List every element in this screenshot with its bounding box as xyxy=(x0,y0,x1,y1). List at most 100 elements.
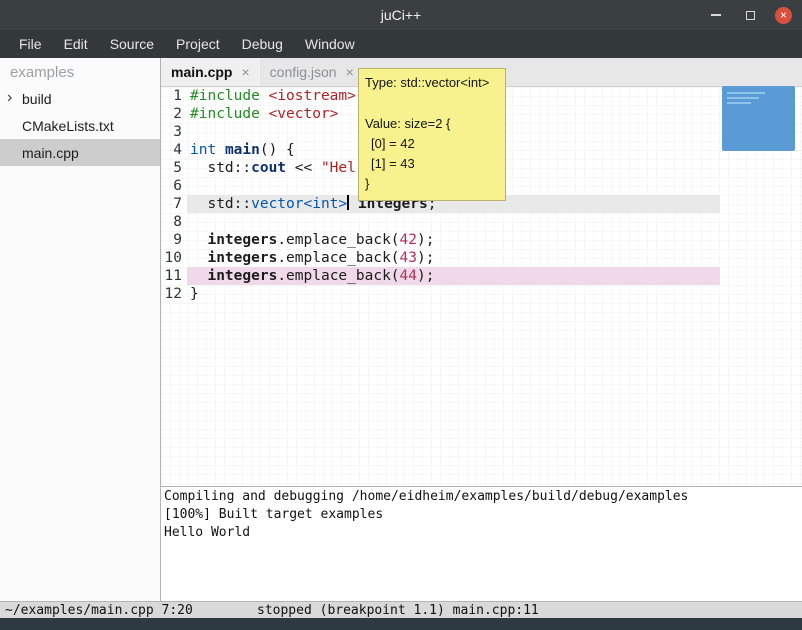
code-token: std:: xyxy=(190,196,251,212)
overview-line xyxy=(727,102,751,104)
code-line-content[interactable]: integers.emplace_back(43); xyxy=(187,249,720,267)
sidebar-item-label: CMakeLists.txt xyxy=(22,118,114,134)
code-token: std:: xyxy=(190,160,251,176)
minimize-icon xyxy=(711,14,721,16)
close-icon: × xyxy=(780,9,787,21)
code-token xyxy=(216,142,225,158)
code-token xyxy=(190,250,207,266)
menu-item-window[interactable]: Window xyxy=(294,30,366,58)
code-token: #include xyxy=(190,88,260,104)
code-line-content[interactable]: integers.emplace_back(42); xyxy=(187,231,720,249)
code-token: cout xyxy=(251,160,286,176)
menu-item-edit[interactable]: Edit xyxy=(53,30,99,58)
code-token: 44 xyxy=(400,268,417,284)
sidebar-item-main-cpp[interactable]: main.cpp xyxy=(0,139,160,166)
menu-item-file[interactable]: File xyxy=(8,30,53,58)
file-tree: › build CMakeLists.txt main.cpp xyxy=(0,85,160,166)
code-token: << xyxy=(286,160,321,176)
code-line: 8 xyxy=(161,213,802,231)
code-token: main xyxy=(225,142,260,158)
line-number[interactable]: 9 xyxy=(161,231,187,249)
code-token: () { xyxy=(260,142,295,158)
line-number[interactable]: 7 xyxy=(161,195,187,213)
code-token xyxy=(190,268,207,284)
tab-main-cpp[interactable]: main.cpp × xyxy=(161,58,260,86)
line-number[interactable]: 6 xyxy=(161,177,187,195)
status-debug-state: stopped (breakpoint 1.1) main.cpp:11 xyxy=(257,603,539,618)
line-number[interactable]: 1 xyxy=(161,87,187,105)
code-token: vector<int> xyxy=(251,196,347,212)
scroll-overview-thumb[interactable] xyxy=(722,86,795,151)
menu-bar: FileEditSourceProjectDebugWindow xyxy=(0,30,802,58)
line-number[interactable]: 10 xyxy=(161,249,187,267)
tooltip-value-line: } xyxy=(365,174,499,194)
line-number[interactable]: 12 xyxy=(161,285,187,303)
tooltip-value-line: Value: size=2 { xyxy=(365,114,499,134)
code-token: .emplace_back( xyxy=(277,268,399,284)
sidebar-item-label: main.cpp xyxy=(22,145,79,161)
tooltip-type-text: Type: std::vector<int> xyxy=(365,74,499,91)
tab-close-icon[interactable]: × xyxy=(241,64,249,80)
terminal-panel[interactable]: Compiling and debugging /home/eidheim/ex… xyxy=(161,486,802,601)
code-line-content[interactable]: integers.emplace_back(44); xyxy=(187,267,720,285)
sidebar-item-cmakelists-txt[interactable]: CMakeLists.txt xyxy=(0,112,160,139)
chevron-right-icon[interactable]: › xyxy=(7,89,12,107)
code-token: 42 xyxy=(400,232,417,248)
code-token xyxy=(260,106,269,122)
terminal-output: Compiling and debugging /home/eidheim/ex… xyxy=(164,488,802,542)
restore-button[interactable] xyxy=(741,6,759,24)
sidebar-item-build[interactable]: › build xyxy=(0,85,160,112)
code-token: <iostream> xyxy=(269,88,356,104)
code-token xyxy=(349,196,358,212)
code-token: 43 xyxy=(400,250,417,266)
overview-line xyxy=(727,92,765,94)
close-button[interactable]: × xyxy=(775,7,792,24)
tab-label: main.cpp xyxy=(171,64,232,80)
code-token: ); xyxy=(417,250,434,266)
line-number[interactable]: 5 xyxy=(161,159,187,177)
code-line: 11 integers.emplace_back(44); xyxy=(161,267,802,285)
code-line: 9 integers.emplace_back(42); xyxy=(161,231,802,249)
tab-close-icon[interactable]: × xyxy=(346,64,354,80)
menu-item-source[interactable]: Source xyxy=(99,30,165,58)
code-line-content[interactable] xyxy=(187,213,720,231)
code-token: "Hel xyxy=(321,160,356,176)
tooltip-value-line: [1] = 43 xyxy=(365,154,499,174)
line-number[interactable]: 4 xyxy=(161,141,187,159)
code-line: 12} xyxy=(161,285,802,303)
code-token: integers xyxy=(207,232,277,248)
terminal-line: [100%] Built target examples xyxy=(164,506,802,524)
window-title: juCi++ xyxy=(381,7,421,23)
tab-config-json[interactable]: config.json × xyxy=(260,58,364,86)
sidebar-item-label: build xyxy=(22,91,52,107)
menu-item-debug[interactable]: Debug xyxy=(231,30,294,58)
line-number[interactable]: 3 xyxy=(161,123,187,141)
restore-icon xyxy=(746,11,755,20)
tab-label: config.json xyxy=(270,64,337,80)
terminal-line: Hello World xyxy=(164,524,802,542)
app-window: juCi++ × FileEditSourceProjectDebugWindo… xyxy=(0,0,802,630)
code-line-content[interactable]: } xyxy=(187,285,720,303)
debug-value-tooltip: Type: std::vector<int> Value: size=2 {[0… xyxy=(358,68,506,201)
line-number[interactable]: 2 xyxy=(161,105,187,123)
status-file-position: ~/examples/main.cpp 7:20 xyxy=(5,603,193,618)
code-token: #include xyxy=(190,106,260,122)
terminal-line: Compiling and debugging /home/eidheim/ex… xyxy=(164,488,802,506)
title-bar: juCi++ × xyxy=(0,0,802,30)
window-controls: × xyxy=(707,0,792,30)
menu-item-project[interactable]: Project xyxy=(165,30,231,58)
overview-line xyxy=(727,97,759,99)
code-token: <vector> xyxy=(269,106,339,122)
tooltip-value-line: [0] = 42 xyxy=(365,134,499,154)
code-token: .emplace_back( xyxy=(277,232,399,248)
status-bar: ~/examples/main.cpp 7:20 stopped (breakp… xyxy=(0,601,802,618)
code-token: ); xyxy=(417,268,434,284)
minimize-button[interactable] xyxy=(707,6,725,24)
code-token: } xyxy=(190,286,199,302)
line-number[interactable]: 11 xyxy=(161,267,187,285)
project-name: examples xyxy=(0,58,160,85)
line-number[interactable]: 8 xyxy=(161,213,187,231)
code-token: int xyxy=(190,142,216,158)
code-token: .emplace_back( xyxy=(277,250,399,266)
code-token: integers xyxy=(207,268,277,284)
